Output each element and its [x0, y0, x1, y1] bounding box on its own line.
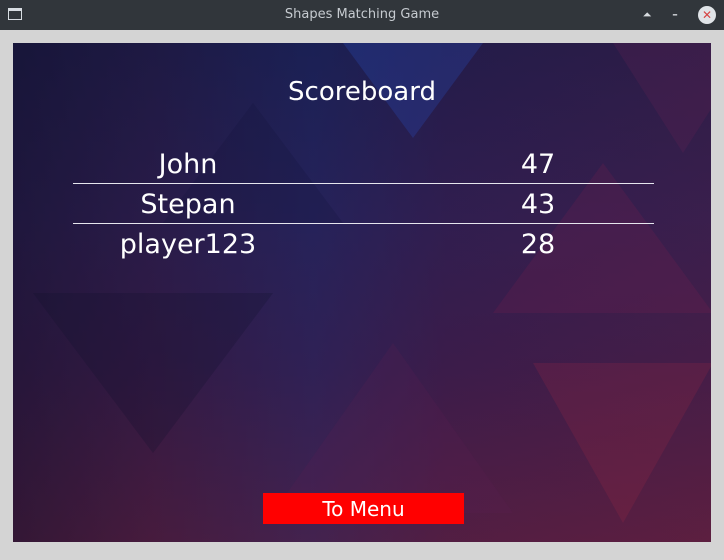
table-row: Stepan 43: [73, 184, 654, 224]
close-button[interactable]: ✕: [698, 6, 716, 24]
player-score: 43: [520, 189, 556, 220]
to-menu-button[interactable]: To Menu: [263, 493, 464, 524]
table-row: John 47: [73, 144, 654, 184]
keep-above-button[interactable]: ⏶: [638, 6, 656, 24]
scoreboard-title: Scoreboard: [288, 77, 436, 107]
app-window: Shapes Matching Game ⏶ – ✕ Scoreboard Jo…: [0, 0, 724, 560]
minimize-button[interactable]: –: [666, 6, 684, 24]
player-score: 47: [520, 149, 556, 180]
background-triangle: [273, 343, 513, 513]
table-row: player123 28: [73, 224, 654, 264]
background-triangle: [33, 293, 273, 453]
player-name: player123: [119, 229, 257, 260]
window-title: Shapes Matching Game: [284, 7, 440, 22]
background-triangle: [533, 363, 711, 523]
player-name: Stepan: [140, 189, 236, 220]
game-canvas: Scoreboard John 47 Stepan 43 player123 2…: [13, 43, 711, 542]
score-table: John 47 Stepan 43 player123 28: [73, 144, 654, 264]
player-score: 28: [520, 229, 556, 260]
title-bar[interactable]: Shapes Matching Game ⏶ – ✕: [0, 0, 724, 30]
player-name: John: [158, 149, 218, 180]
